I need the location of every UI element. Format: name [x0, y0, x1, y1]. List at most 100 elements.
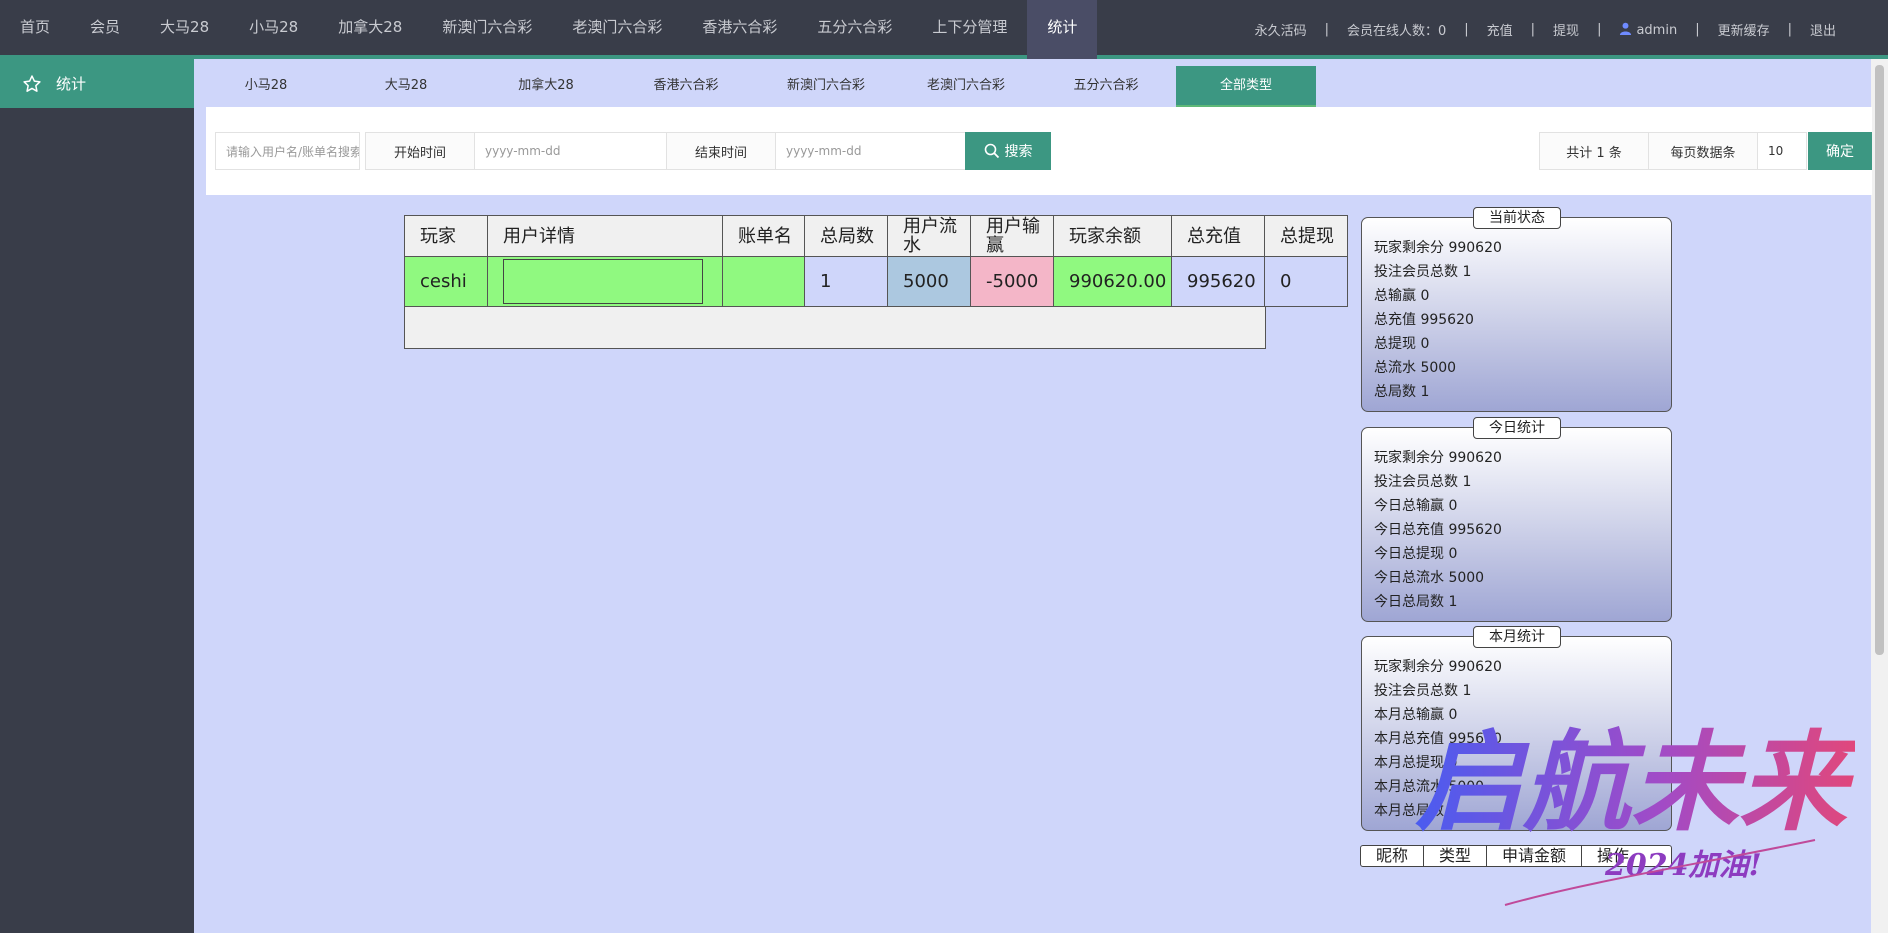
- nav-item-dama28[interactable]: 大马28: [140, 0, 229, 59]
- stat-bet-members: 投注会员总数 1: [1374, 474, 1472, 490]
- stat-withdraw: 总提现 0: [1374, 336, 1430, 352]
- col-header-rounds: 总局数: [804, 215, 888, 257]
- stats-table: 玩家 用户详情 账单名 总局数 用户流水 用户输赢 玩家余额 总充值 总提现 c…: [404, 215, 1348, 307]
- table-header-row: 玩家 用户详情 账单名 总局数 用户流水 用户输赢 玩家余额 总充值 总提现: [404, 215, 1348, 257]
- nav-item-xiaoma28[interactable]: 小马28: [229, 0, 318, 59]
- search-input[interactable]: 请输入用户名/账单名搜索: [215, 132, 360, 170]
- tab-all-types[interactable]: 全部类型: [1176, 66, 1316, 108]
- tab-hongkong[interactable]: 香港六合彩: [616, 66, 756, 108]
- stat-rounds: 今日总局数 1: [1374, 594, 1458, 610]
- stat-withdraw: 今日总提现 0: [1374, 546, 1458, 562]
- top-nav-right: 永久活码 | 会员在线人数：0 | 充值 | 提现 | admin | 更新缓存…: [1255, 0, 1836, 59]
- search-button[interactable]: 搜索: [965, 132, 1051, 170]
- start-time-label: 开始时间: [365, 132, 475, 170]
- total-count: 共计 1 条: [1539, 132, 1649, 170]
- cell-winloss: -5000: [970, 256, 1054, 307]
- col-header-bill-name: 账单名: [722, 215, 805, 257]
- sidebar-item-statistics[interactable]: 统计: [0, 59, 194, 108]
- stat-rounds: 总局数 1: [1374, 384, 1430, 400]
- table-footer: [404, 306, 1266, 349]
- col-header-withdraw: 总提现: [1264, 215, 1348, 257]
- game-type-tabs: 小马28 大马28 加拿大28 香港六合彩 新澳门六合彩 老澳门六合彩 五分六合…: [196, 66, 1316, 108]
- cell-flow: 5000: [887, 256, 971, 307]
- sidebar: 统计: [0, 59, 194, 933]
- user-menu[interactable]: admin: [1619, 22, 1677, 38]
- nav-item-hongkong[interactable]: 香港六合彩: [682, 0, 797, 59]
- search-panel: 请输入用户名/账单名搜索 开始时间 yyyy-mm-dd 结束时间 yyyy-m…: [206, 107, 1872, 195]
- month-stats-panel: 本月统计 玩家剩余分 990620 投注会员总数 1 本月总输赢 0 本月总充值…: [1361, 626, 1672, 831]
- today-stats-panel: 今日统计 玩家剩余分 990620 投注会员总数 1 今日总输赢 0 今日总充值…: [1361, 417, 1672, 622]
- nav-item-credit-management[interactable]: 上下分管理: [912, 0, 1027, 59]
- tab-five-minute[interactable]: 五分六合彩: [1036, 66, 1176, 108]
- stat-bet-members: 投注会员总数 1: [1374, 264, 1472, 280]
- stat-flow: 本月总流水 5000: [1374, 779, 1485, 795]
- cell-withdraw: 0: [1264, 256, 1348, 307]
- col-header-amount: 申请金额: [1487, 846, 1583, 866]
- start-date-input[interactable]: yyyy-mm-dd: [474, 132, 670, 170]
- end-time-label: 结束时间: [666, 132, 776, 170]
- separator: |: [1695, 22, 1700, 37]
- stat-flow: 今日总流水 5000: [1374, 570, 1485, 586]
- nav-item-old-macau[interactable]: 老澳门六合彩: [552, 0, 682, 59]
- stat-remaining-points: 玩家剩余分 990620: [1374, 450, 1502, 466]
- stat-winloss: 本月总输赢 0: [1374, 707, 1458, 723]
- separator: |: [1530, 22, 1536, 37]
- col-header-flow: 用户流水: [887, 215, 971, 257]
- separator: |: [1597, 22, 1602, 37]
- tab-new-macau[interactable]: 新澳门六合彩: [756, 66, 896, 108]
- tab-old-macau[interactable]: 老澳门六合彩: [896, 66, 1036, 108]
- table-row: ceshi 1 5000 -5000 990620.00 995620 0: [404, 256, 1348, 307]
- stat-remaining-points: 玩家剩余分 990620: [1374, 240, 1502, 256]
- activation-link[interactable]: 永久活码: [1255, 20, 1307, 39]
- col-header-type: 类型: [1424, 846, 1488, 866]
- vertical-scrollbar[interactable]: [1871, 59, 1888, 933]
- nav-item-home[interactable]: 首页: [0, 0, 70, 59]
- user-detail-textarea[interactable]: [503, 259, 703, 304]
- nav-item-five-minute[interactable]: 五分六合彩: [797, 0, 912, 59]
- cell-balance: 990620.00: [1053, 256, 1172, 307]
- refresh-cache-link[interactable]: 更新缓存: [1718, 20, 1770, 39]
- cell-user-detail: [487, 256, 723, 307]
- panel-title: 本月统计: [1473, 626, 1561, 648]
- cell-player: ceshi: [404, 256, 488, 307]
- logout-link[interactable]: 退出: [1810, 20, 1836, 39]
- panel-title: 今日统计: [1473, 417, 1561, 439]
- separator: |: [1787, 22, 1792, 37]
- recharge-link[interactable]: 充值: [1487, 20, 1513, 39]
- cell-bill-name: [722, 256, 805, 307]
- per-page-input[interactable]: 10: [1757, 132, 1807, 170]
- tab-dama28[interactable]: 大马28: [336, 66, 476, 108]
- scrollbar-thumb[interactable]: [1875, 65, 1884, 655]
- separator: |: [1464, 22, 1469, 37]
- stat-recharge: 本月总充值 995620: [1374, 731, 1502, 747]
- col-header-player: 玩家: [404, 215, 488, 257]
- col-header-user-detail: 用户详情: [487, 215, 723, 257]
- stat-rounds: 本月总局数 1: [1374, 803, 1458, 819]
- stat-withdraw: 本月总提现 0: [1374, 755, 1458, 771]
- online-count: 会员在线人数：0: [1346, 24, 1447, 39]
- nav-item-statistics[interactable]: 统计: [1027, 0, 1098, 59]
- tab-xiaoma28[interactable]: 小马28: [196, 66, 336, 108]
- apply-table-header: 昵称 类型 申请金额 操作: [1360, 845, 1672, 867]
- stat-remaining-points: 玩家剩余分 990620: [1374, 659, 1502, 675]
- col-header-balance: 玩家余额: [1053, 215, 1172, 257]
- nav-item-new-macau[interactable]: 新澳门六合彩: [422, 0, 552, 59]
- col-header-recharge: 总充值: [1171, 215, 1265, 257]
- search-button-label: 搜索: [1004, 144, 1033, 160]
- end-date-input[interactable]: yyyy-mm-dd: [775, 132, 971, 170]
- nav-item-canada28[interactable]: 加拿大28: [318, 0, 422, 59]
- stat-recharge: 今日总充值 995620: [1374, 522, 1502, 538]
- nav-item-members[interactable]: 会员: [70, 0, 140, 59]
- sidebar-item-label: 统计: [56, 75, 87, 93]
- top-nav-items: 首页 会员 大马28 小马28 加拿大28 新澳门六合彩 老澳门六合彩 香港六合…: [0, 0, 1098, 59]
- tab-canada28[interactable]: 加拿大28: [476, 66, 616, 108]
- current-status-panel: 当前状态 玩家剩余分 990620 投注会员总数 1 总输赢 0 总充值 995…: [1361, 207, 1672, 412]
- confirm-button[interactable]: 确定: [1808, 132, 1872, 170]
- stat-recharge: 总充值 995620: [1374, 312, 1474, 328]
- search-icon: [984, 143, 999, 159]
- withdraw-link[interactable]: 提现: [1553, 20, 1579, 39]
- stat-winloss: 今日总输赢 0: [1374, 498, 1458, 514]
- cell-rounds: 1: [804, 256, 888, 307]
- stat-flow: 总流水 5000: [1374, 360, 1457, 376]
- separator: |: [1324, 22, 1329, 37]
